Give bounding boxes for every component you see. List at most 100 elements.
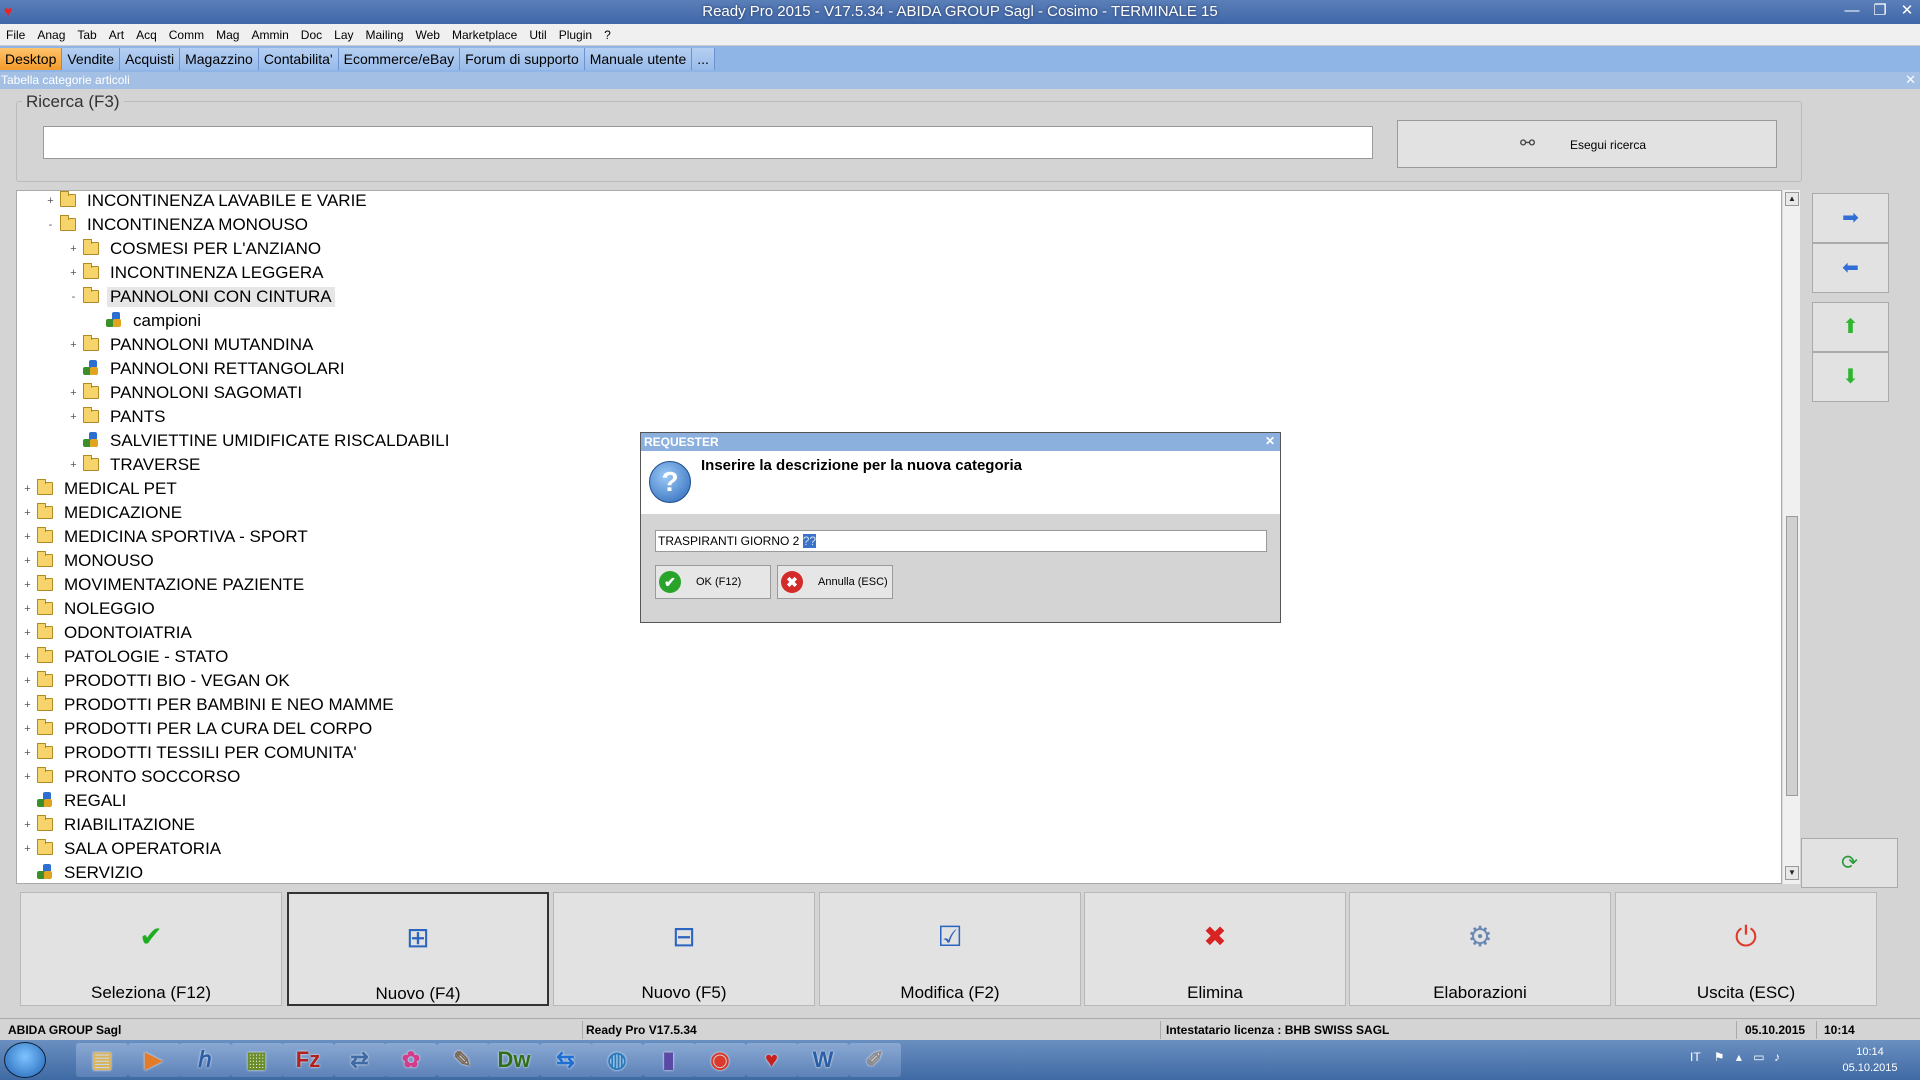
expand-icon[interactable]: + xyxy=(23,580,32,591)
arrow-up-button[interactable]: ⬆ xyxy=(1812,302,1889,352)
readypro-icon[interactable]: ♥ xyxy=(745,1043,798,1077)
expand-icon[interactable]: + xyxy=(23,556,32,567)
start-button[interactable] xyxy=(4,1042,46,1078)
media-player-icon[interactable]: ▶ xyxy=(127,1043,180,1077)
tray-flag-icon[interactable]: ⚑ xyxy=(1714,1050,1725,1064)
arrow-right-button[interactable]: ➡ xyxy=(1812,193,1889,243)
expand-icon[interactable]: + xyxy=(69,388,78,399)
scroll-up-icon[interactable]: ▲ xyxy=(1785,192,1799,206)
menu-item[interactable]: Lay xyxy=(328,24,359,42)
expand-icon[interactable]: + xyxy=(69,412,78,423)
expand-icon[interactable]: + xyxy=(23,700,32,711)
tab-item[interactable]: Acquisti xyxy=(120,48,181,70)
hp-icon[interactable]: ℎ xyxy=(179,1043,231,1077)
expand-icon[interactable]: + xyxy=(23,820,32,831)
search-button[interactable]: ⚯ Esegui ricerca xyxy=(1397,120,1777,168)
menu-item[interactable]: Anag xyxy=(31,24,71,42)
tab-item[interactable]: ... xyxy=(692,48,715,70)
filezilla-icon[interactable]: Fz xyxy=(282,1043,334,1077)
tab-item[interactable]: Manuale utente xyxy=(584,48,693,70)
tab-item[interactable]: Desktop xyxy=(0,48,63,70)
menu-item[interactable]: Comm xyxy=(163,24,210,42)
minimize-icon[interactable]: — xyxy=(1841,1,1863,21)
collapse-icon[interactable]: - xyxy=(69,292,78,303)
expand-icon[interactable]: + xyxy=(46,196,55,207)
menu-item[interactable]: Util xyxy=(523,24,552,42)
menu-item[interactable]: Web xyxy=(410,24,446,42)
dialog-close-icon[interactable]: ✕ xyxy=(1265,434,1275,448)
expand-icon[interactable]: + xyxy=(23,532,32,543)
bottom-button-uscita-esc[interactable]: ⏻ Uscita (ESC) xyxy=(1615,892,1877,1006)
menu-item[interactable]: Marketplace xyxy=(446,24,523,42)
picasa-icon[interactable]: ✿ xyxy=(385,1043,437,1077)
explorer-icon[interactable]: ▤ xyxy=(76,1043,128,1077)
language-indicator[interactable]: IT xyxy=(1690,1050,1700,1064)
network-tray-icon[interactable]: ▭ xyxy=(1753,1050,1764,1064)
menu-item[interactable]: ? xyxy=(598,24,617,42)
expand-icon[interactable]: + xyxy=(69,460,78,471)
tab-item[interactable]: Magazzino xyxy=(180,48,259,70)
expand-icon[interactable]: + xyxy=(23,484,32,495)
expand-icon[interactable]: + xyxy=(69,244,78,255)
chart-icon[interactable]: ▮ xyxy=(642,1043,695,1077)
cancel-button[interactable]: ✖ Annulla (ESC) xyxy=(777,565,893,599)
menu-item[interactable]: Art xyxy=(103,24,130,42)
arrow-left-button[interactable]: ⬅ xyxy=(1812,243,1889,293)
system-tray[interactable]: IT ⚑ ▴ ▭ ♪ xyxy=(1690,1050,1825,1064)
menu-item[interactable]: Mag xyxy=(210,24,245,42)
menu-item[interactable]: Mailing xyxy=(360,24,410,42)
dreamweaver-icon[interactable]: Dw xyxy=(488,1043,540,1077)
close-window-icon[interactable]: ✕ xyxy=(1896,1,1918,21)
gimp-icon[interactable]: ✎ xyxy=(436,1043,489,1077)
expand-icon[interactable]: + xyxy=(23,628,32,639)
category-description-input[interactable]: TRASPIRANTI GIORNO 2 ?? xyxy=(655,530,1267,552)
tab-item[interactable]: Forum di supporto xyxy=(460,48,585,70)
scroll-thumb[interactable] xyxy=(1786,516,1798,796)
expand-icon[interactable]: + xyxy=(23,508,32,519)
tab-item[interactable]: Contabilita' xyxy=(258,48,339,70)
expand-icon[interactable]: + xyxy=(23,604,32,615)
menu-item[interactable]: File xyxy=(0,24,31,42)
globe-icon[interactable]: ◍ xyxy=(591,1043,643,1077)
menu-item[interactable]: Doc xyxy=(295,24,328,42)
bottom-button-modifica-f2[interactable]: ☑ Modifica (F2) xyxy=(819,892,1081,1006)
menu-item[interactable]: Acq xyxy=(130,24,163,42)
bottom-button-nuovo-f5[interactable]: ⊟ Nuovo (F5) xyxy=(553,892,815,1006)
bottom-button-elimina[interactable]: ✖ Elimina xyxy=(1084,892,1346,1006)
expand-icon[interactable]: + xyxy=(23,652,32,663)
clock[interactable]: 10:14 05.10.2015 xyxy=(1830,1044,1910,1076)
tree-node-label: MEDICINA SPORTIVA - SPORT xyxy=(64,527,308,546)
tools-icon[interactable]: ▦ xyxy=(230,1043,283,1077)
expand-icon[interactable]: + xyxy=(23,676,32,687)
tree-scrollbar[interactable]: ▲ ▼ xyxy=(1782,190,1800,884)
scroll-down-icon[interactable]: ▼ xyxy=(1785,866,1799,880)
bottom-button-seleziona-f12[interactable]: ✔ Seleziona (F12) xyxy=(20,892,282,1006)
collapse-icon[interactable]: - xyxy=(46,220,55,231)
network-icon[interactable]: ⇄ xyxy=(333,1043,386,1077)
search-input[interactable] xyxy=(43,126,1373,159)
tray-arrow-icon[interactable]: ▴ xyxy=(1736,1050,1742,1064)
expand-icon[interactable]: + xyxy=(23,772,32,783)
expand-icon[interactable]: + xyxy=(23,748,32,759)
paint-icon[interactable]: ✐ xyxy=(848,1043,901,1077)
chrome-icon[interactable]: ◉ xyxy=(694,1043,746,1077)
tab-item[interactable]: Vendite xyxy=(62,48,121,70)
bottom-button-elaborazioni[interactable]: ⚙ Elaborazioni xyxy=(1349,892,1611,1006)
tab-item[interactable]: Ecommerce/eBay xyxy=(338,48,461,70)
menu-item[interactable]: Tab xyxy=(71,24,102,42)
menu-item[interactable]: Ammin xyxy=(245,24,294,42)
expand-icon[interactable]: + xyxy=(23,844,32,855)
refresh-button[interactable]: ⟳ xyxy=(1801,838,1898,888)
volume-icon[interactable]: ♪ xyxy=(1774,1050,1780,1064)
arrow-down-button[interactable]: ⬇ xyxy=(1812,352,1889,402)
maximize-icon[interactable]: ❐ xyxy=(1869,1,1891,21)
teamviewer-icon[interactable]: ⇆ xyxy=(539,1043,592,1077)
word-icon[interactable]: W xyxy=(797,1043,849,1077)
close-panel-icon[interactable]: ✕ xyxy=(1905,72,1916,88)
menu-item[interactable]: Plugin xyxy=(553,24,598,42)
expand-icon[interactable]: + xyxy=(69,340,78,351)
bottom-button-nuovo-f4[interactable]: ⊞ Nuovo (F4) xyxy=(287,892,549,1006)
expand-icon[interactable]: + xyxy=(23,724,32,735)
expand-icon[interactable]: + xyxy=(69,268,78,279)
ok-button[interactable]: ✔ OK (F12) xyxy=(655,565,771,599)
